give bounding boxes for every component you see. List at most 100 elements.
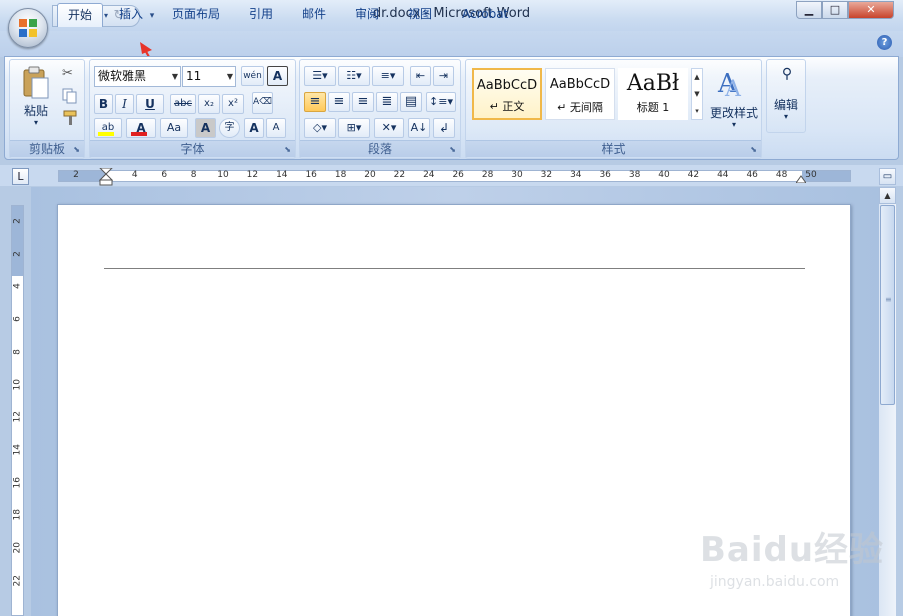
change-case-button[interactable]: Aa [160,118,188,138]
scroll-up-icon[interactable]: ▲ [879,187,896,204]
style-heading-1[interactable]: AaBł 标题 1 [618,68,688,120]
font-color-button[interactable]: A [126,118,156,138]
horizontal-ruler[interactable]: 2246810121416182022242628303234363840424… [58,168,851,186]
font-launcher-icon[interactable]: ⬊ [284,145,291,154]
ruler-number: 4 [131,170,138,180]
font-group: 微软雅黑 ▼ 11 ▼ wén A B I U abc x₂ x² A⌫ ab A … [89,59,296,159]
ruler-number: 32 [540,170,553,180]
char-shading-button[interactable]: A [195,118,216,138]
ruler-number: 8 [12,348,23,355]
decrease-indent-icon[interactable]: ⇤ [410,66,431,86]
ruler-number: 8 [190,170,197,180]
numbering-icon[interactable]: ☷▾ [338,66,370,86]
borders-icon[interactable]: ⊞▾ [338,118,370,138]
font-color-bar [131,132,147,136]
copy-icon[interactable] [62,88,80,106]
ruler-number: 16 [12,476,23,489]
change-styles-dropdown-icon[interactable]: ▾ [706,120,762,129]
superscript-button[interactable]: x² [222,94,244,114]
ruler-number: 46 [746,170,758,180]
format-painter-icon[interactable] [62,110,80,128]
watermark-logo: Baidu经验 jingyan.baidu.com [700,522,900,612]
subscript-button[interactable]: x₂ [198,94,220,114]
view-ruler-icon[interactable]: ▭ [879,168,896,185]
align-center-icon[interactable]: ≡ [328,92,350,112]
bullets-icon[interactable]: ☰▾ [304,66,336,86]
font-name-value: 微软雅黑 [98,69,147,83]
tab-home[interactable]: 开始 [57,3,104,27]
ruler-number: 14 [12,443,23,456]
sort-icon[interactable]: A↓ [408,118,430,138]
paste-dropdown-icon[interactable]: ▾ [16,118,56,127]
scroll-thumb[interactable]: ≡ [880,205,895,405]
line-spacing-icon[interactable]: ↕≡▾ [426,92,456,112]
tab-page-layout[interactable]: 页面布局 [162,3,230,27]
paste-label[interactable]: 粘贴 [16,102,56,119]
style-no-spacing[interactable]: AaBbCcD ↵ 无间隔 [545,68,615,120]
indent-marker-icon[interactable] [99,168,113,186]
style-name: ↵ 正文 [489,100,525,113]
paste-icon[interactable] [20,66,50,100]
italic-button[interactable]: I [115,94,134,114]
phonetic-guide-button[interactable]: wén [241,66,264,86]
clipboard-launcher-icon[interactable]: ⬊ [73,145,80,154]
style-normal[interactable]: AaBbCcD ↵ 正文 [472,68,542,120]
underline-button[interactable]: U [136,94,164,114]
minimize-button[interactable]: ▁ [796,1,822,19]
paragraph-launcher-icon[interactable]: ⬊ [449,145,456,154]
ruler-number: 44 [717,170,729,180]
maximize-button[interactable]: □ [822,1,848,19]
ruler-number: 18 [12,509,23,521]
ruler-number: 2 [73,170,79,180]
chevron-down-icon[interactable]: ▼ [227,67,233,86]
shading-icon[interactable]: ◇▾ [304,118,336,138]
tab-selector-button[interactable]: L [12,168,29,185]
show-marks-icon[interactable]: ↲ [433,118,455,138]
editing-group[interactable]: ⚲ 编辑 ▾ [766,59,806,133]
tab-view[interactable]: 视图 [398,3,442,27]
font-name-combo[interactable]: 微软雅黑 ▼ [94,66,181,87]
clear-formatting-icon[interactable]: A⌫ [252,92,273,114]
grow-font-button[interactable]: A [244,118,264,138]
shrink-font-button[interactable]: A [266,118,286,138]
tab-review[interactable]: 审阅 [345,3,389,27]
office-button[interactable] [8,8,48,48]
styles-launcher-icon[interactable]: ⬊ [750,145,757,154]
char-border-button[interactable]: A [267,66,288,86]
chinese-layout-icon[interactable]: ✕▾ [374,118,404,138]
font-size-combo[interactable]: 11 ▼ [182,66,236,87]
ruler-number: 48 [775,170,788,180]
align-right-icon[interactable]: ≡ [352,92,374,112]
close-button[interactable]: ✕ [848,1,894,19]
change-styles-label[interactable]: 更改样式 [706,104,762,121]
vertical-ruler[interactable]: 2 2 4 6 8 10 12 14 16 18 20 22 [11,205,24,616]
tab-insert[interactable]: 插入 [109,3,153,27]
justify-icon[interactable]: ≣ [376,92,398,112]
enclose-characters-button[interactable]: 字 [219,118,240,138]
styles-gallery-scroll[interactable]: ▲ ▼ ▾ [691,68,703,120]
paragraph-group: ☰▾ ☷▾ ≡▾ ⇤ ⇥ ≡ ≡ ≡ ≣ ▤ ↕≡▾ ◇▾ ⊞▾ ✕▾ A↓ ↲… [299,59,461,159]
distributed-icon[interactable]: ▤ [400,92,422,112]
watermark-text: Baidu经验 [700,530,885,570]
font-group-label: 字体 [90,140,295,157]
ruler-number: 14 [276,170,288,180]
increase-indent-icon[interactable]: ⇥ [433,66,454,86]
tab-mailings[interactable]: 邮件 [292,3,336,27]
highlight-button[interactable]: ab [94,118,122,138]
ruler-number: 2 [12,218,23,224]
tab-acrobat[interactable]: Acrobat [452,3,518,27]
tab-references[interactable]: 引用 [239,3,283,27]
binoculars-icon: ⚲ [781,66,793,82]
ruler-number: 10 [217,170,229,180]
ruler-number: 38 [628,170,641,180]
multilevel-list-icon[interactable]: ≡▾ [372,66,404,86]
help-icon[interactable]: ? [877,35,892,50]
chevron-down-icon[interactable]: ▼ [172,67,178,86]
cut-icon[interactable]: ✂ [62,66,80,84]
align-left-icon[interactable]: ≡ [304,92,326,112]
bold-button[interactable]: B [94,94,113,114]
ruler-number: 22 [393,170,406,180]
right-indent-marker-icon[interactable] [796,175,806,183]
strikethrough-button[interactable]: abc [170,94,196,114]
change-styles-icon[interactable]: AA [710,66,752,102]
